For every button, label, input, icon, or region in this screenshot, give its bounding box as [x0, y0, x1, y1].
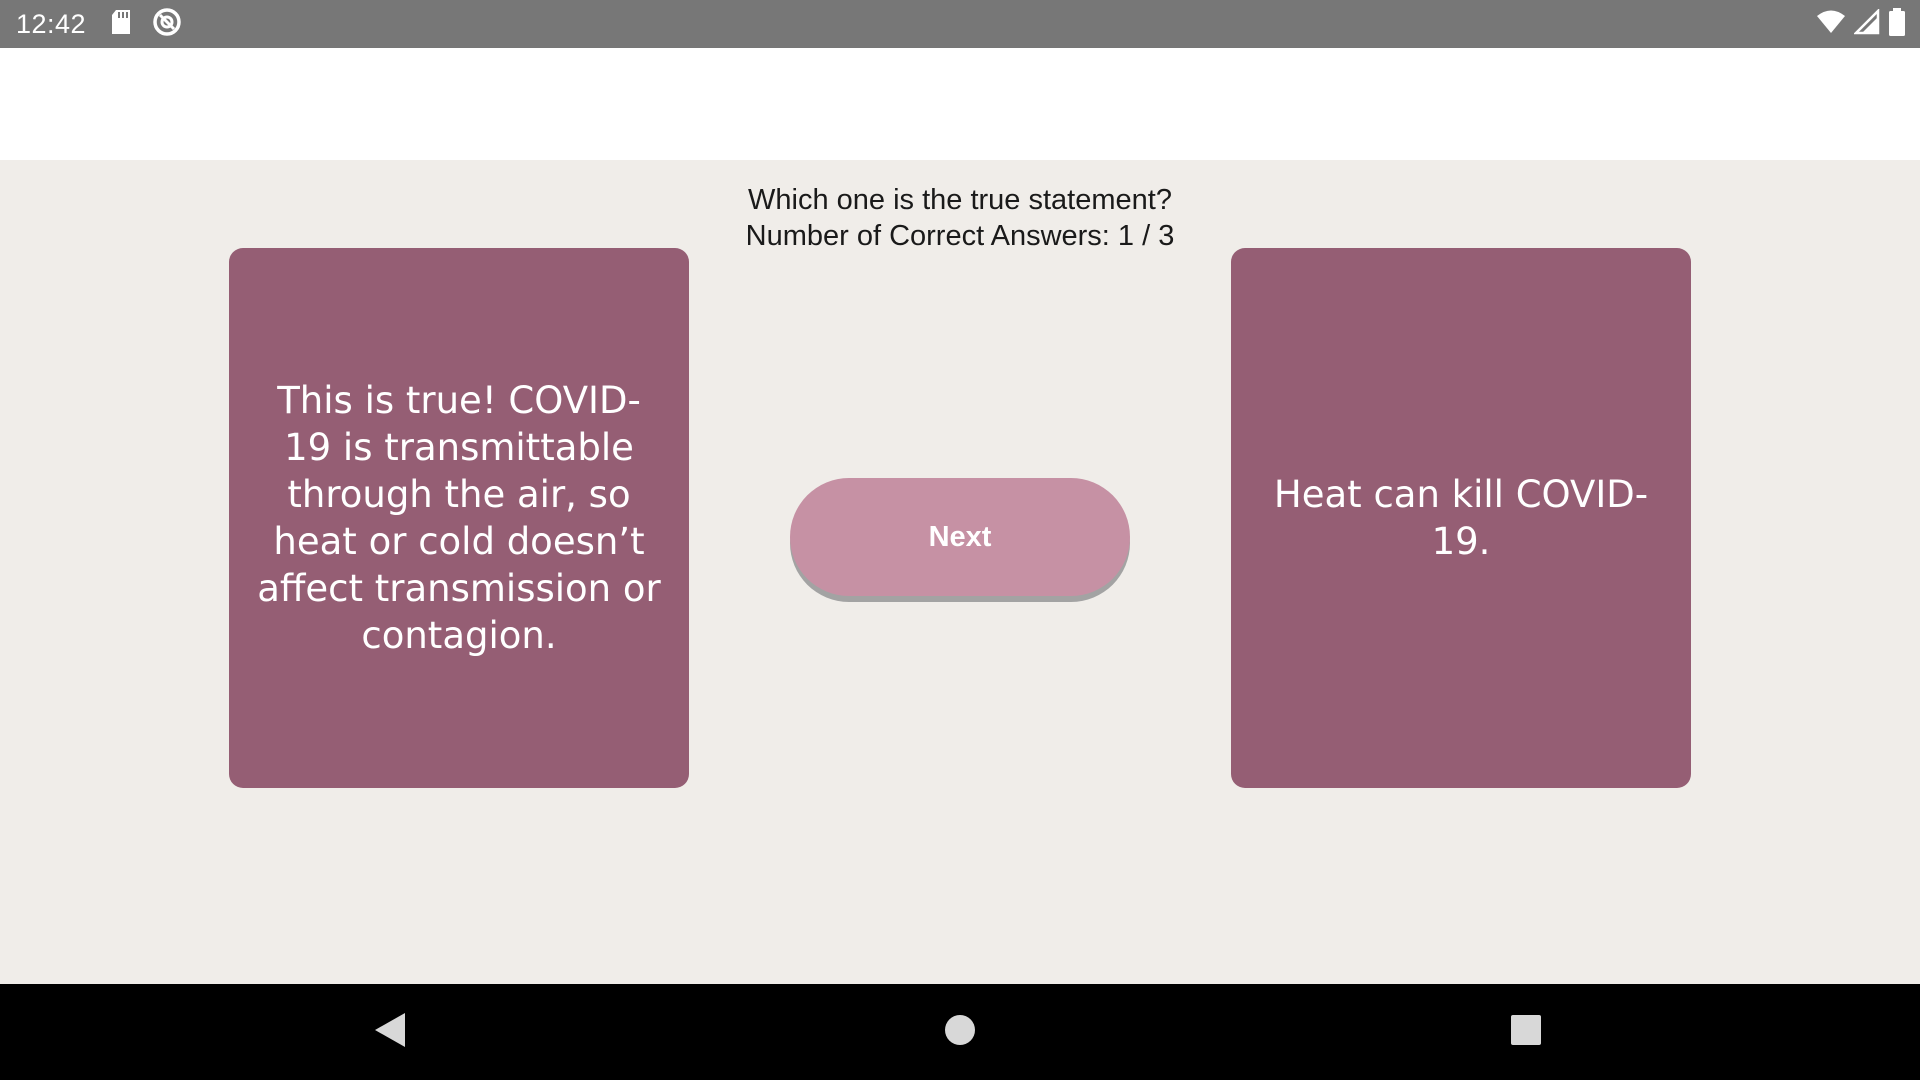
- sd-card-icon: [110, 9, 132, 40]
- back-icon[interactable]: [358, 998, 422, 1062]
- quiz-header: Which one is the true statement? Number …: [0, 182, 1920, 254]
- app-bar: [0, 48, 1920, 160]
- answer-card-left-text: This is true! COVID-19 is transmittable …: [257, 379, 661, 657]
- status-time: 12:42: [16, 8, 87, 39]
- question-text: Which one is the true statement?: [748, 184, 1172, 216]
- answer-card-right[interactable]: Heat can kill COVID-19.: [1231, 248, 1691, 788]
- signal-icon: [1852, 7, 1880, 40]
- answer-card-left[interactable]: This is true! COVID-19 is transmittable …: [229, 248, 689, 788]
- quiz-content: Which one is the true statement? Number …: [0, 160, 1920, 984]
- battery-icon: [1888, 7, 1906, 41]
- wifi-icon: [1816, 9, 1846, 40]
- recents-icon[interactable]: [1494, 998, 1558, 1062]
- data-saver-icon: [152, 7, 182, 42]
- home-icon[interactable]: [928, 998, 992, 1062]
- next-button[interactable]: Next: [790, 478, 1130, 596]
- answer-card-right-text: Heat can kill COVID-19.: [1273, 473, 1649, 563]
- status-bar: 12:42: [0, 0, 1920, 48]
- navigation-bar: [0, 984, 1920, 1080]
